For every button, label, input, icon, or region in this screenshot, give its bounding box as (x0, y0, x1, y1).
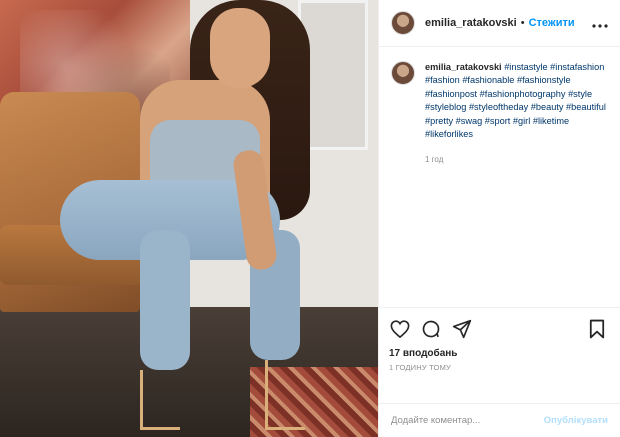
share-icon[interactable] (451, 318, 473, 340)
actions-section: 17 вподобань 1 ГОДИНУ ТОМУ (379, 307, 620, 403)
hashtag-link[interactable]: #fashionable (462, 75, 514, 85)
publish-button[interactable]: Опублікувати (544, 415, 608, 426)
model-shoe-left (140, 370, 180, 430)
comment-input[interactable] (391, 415, 544, 426)
hashtag-link[interactable]: #fashionphotography (480, 89, 566, 99)
avatar[interactable] (391, 11, 415, 35)
caption-avatar[interactable] (391, 61, 415, 85)
header-separator: • (520, 17, 525, 29)
model-leg-left (140, 230, 190, 370)
add-comment-bar: Опублікувати (379, 403, 620, 437)
post-photo[interactable] (0, 0, 378, 437)
likes-count[interactable]: 17 вподобань (389, 348, 610, 359)
hashtag-link[interactable]: #beauty (531, 102, 564, 112)
hashtag-link[interactable]: #girl (513, 116, 530, 126)
hashtag-link[interactable]: #fashionstyle (517, 75, 571, 85)
hashtag-link[interactable]: #style (568, 89, 592, 99)
action-bar (389, 318, 610, 340)
hashtag-link[interactable]: #instafashion (550, 62, 604, 72)
caption-hashtags: #instastyle #instafashion #fashion #fash… (425, 62, 606, 139)
header-username[interactable]: emilia_ratakovski (425, 17, 517, 29)
post-timestamp: 1 ГОДИНУ ТОМУ (389, 363, 451, 372)
caption-area: emilia_ratakovski #instastyle #instafash… (379, 47, 620, 307)
bookmark-icon[interactable] (586, 318, 608, 340)
follow-button[interactable]: Стежити (529, 17, 575, 29)
hashtag-link[interactable]: #liketime (533, 116, 569, 126)
instagram-post: emilia_ratakovski • Стежити emilia_ratak… (0, 0, 620, 437)
hashtag-link[interactable]: #fashionpost (425, 89, 477, 99)
hashtag-link[interactable]: #likeforlikes (425, 129, 473, 139)
post-sidebar: emilia_ratakovski • Стежити emilia_ratak… (378, 0, 620, 437)
hashtag-link[interactable]: #beautiful (566, 102, 606, 112)
post-header: emilia_ratakovski • Стежити (379, 0, 620, 47)
hashtag-link[interactable]: #pretty (425, 116, 453, 126)
hashtag-link[interactable]: #instastyle (504, 62, 547, 72)
hashtag-link[interactable]: #styleblog (425, 102, 466, 112)
hashtag-link[interactable]: #fashion (425, 75, 460, 85)
heart-icon[interactable] (389, 318, 411, 340)
hashtag-link[interactable]: #styleoftheday (469, 102, 528, 112)
model-shoe-right (265, 360, 305, 430)
hashtag-link[interactable]: #sport (485, 116, 511, 126)
model-face (210, 8, 270, 88)
caption-time: 1 год (425, 155, 444, 165)
caption-username[interactable]: emilia_ratakovski (425, 62, 502, 72)
more-options-icon[interactable] (592, 15, 608, 31)
comment-icon[interactable] (420, 318, 442, 340)
hashtag-link[interactable]: #swag (456, 116, 483, 126)
caption: emilia_ratakovski #instastyle #instafash… (425, 61, 608, 307)
